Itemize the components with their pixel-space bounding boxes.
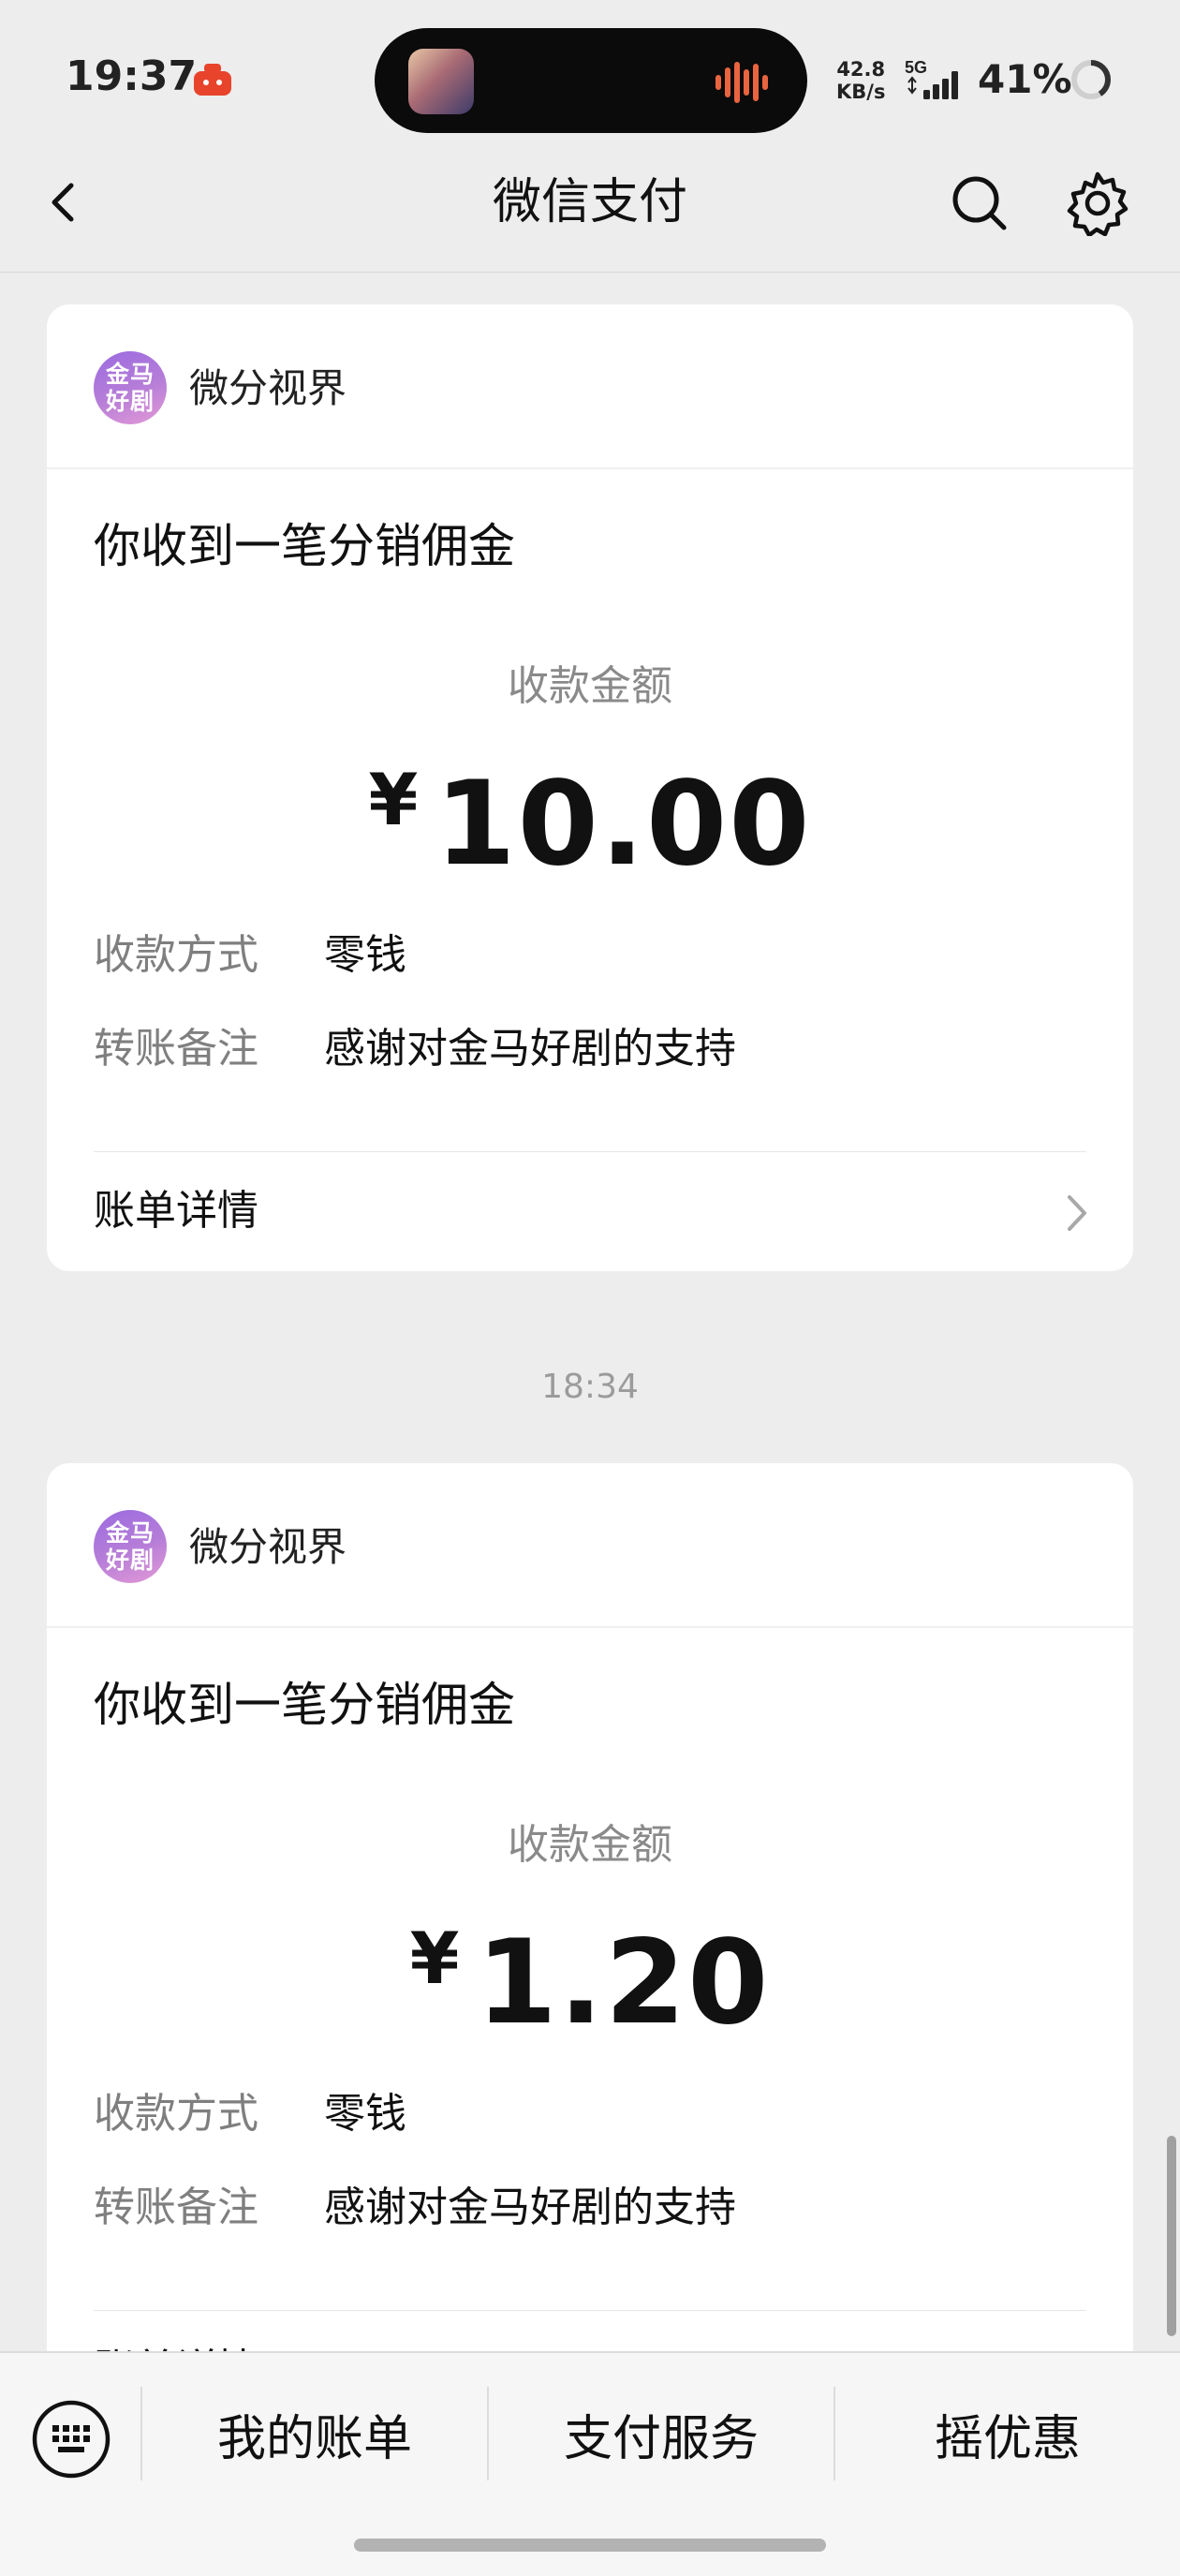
- scrollbar-thumb[interactable]: [1167, 2136, 1176, 2336]
- gear-icon: [1067, 171, 1128, 236]
- card-sender-row[interactable]: 金马 好剧 微分视界: [47, 304, 1133, 469]
- amount-value: ¥10.00: [47, 754, 1133, 895]
- battery-ring-icon: [1071, 60, 1111, 99]
- amount-number: 10.00: [435, 757, 812, 892]
- signal-5g-icon: 5G: [905, 58, 958, 99]
- menu-shake-offers[interactable]: 摇优惠: [835, 2394, 1180, 2484]
- search-icon: [952, 176, 1007, 230]
- settings-button[interactable]: [1062, 169, 1133, 236]
- method-value: 零钱: [324, 2090, 406, 2138]
- status-time: 19:37: [66, 52, 198, 100]
- amount-number: 1.20: [476, 1916, 771, 2050]
- notification-app-icon: [194, 64, 231, 96]
- sender-name: 微分视界: [189, 1524, 347, 1570]
- note-value: 感谢对金马好剧的支持: [324, 2184, 736, 2231]
- sender-name: 微分视界: [189, 365, 347, 411]
- audio-wave-icon: [715, 62, 768, 103]
- card-sender-row[interactable]: 金马 好剧 微分视界: [47, 1463, 1133, 1628]
- menu-payment-services[interactable]: 支付服务: [489, 2394, 833, 2484]
- note-label: 转账备注: [94, 1025, 258, 1073]
- bill-details-label: 账单详情: [94, 1187, 258, 1235]
- payment-notice-card[interactable]: 金马 好剧 微分视界 你收到一笔分销佣金 收款金额 ¥1.20 收款方式 零钱 …: [47, 1463, 1133, 2400]
- sender-avatar: 金马 好剧: [94, 351, 167, 424]
- bill-details-link[interactable]: 账单详情: [47, 1152, 1133, 1271]
- status-bar: 19:37 42.8 KB/s 5G 41%: [0, 0, 1180, 150]
- payment-notice-card[interactable]: 金马 好剧 微分视界 你收到一笔分销佣金 收款金额 ¥10.00 收款方式 零钱…: [47, 304, 1133, 1271]
- menu-my-bills[interactable]: 我的账单: [142, 2394, 487, 2484]
- chevron-right-icon: [1068, 1195, 1086, 1231]
- battery-percent: 41%: [978, 56, 1072, 102]
- currency-symbol: ¥: [368, 758, 419, 841]
- search-button[interactable]: [946, 169, 1013, 236]
- header-divider: [0, 272, 1180, 273]
- keyboard-toggle-button[interactable]: [30, 2398, 112, 2480]
- note-label: 转账备注: [94, 2184, 258, 2231]
- amount-value: ¥1.20: [47, 1913, 1133, 2053]
- amount-label: 收款金额: [508, 662, 672, 710]
- method-label: 收款方式: [94, 2090, 258, 2138]
- notice-title: 你收到一笔分销佣金: [94, 1678, 515, 1732]
- network-speed: 42.8 KB/s: [836, 58, 886, 103]
- media-thumbnail: [408, 49, 474, 114]
- method-value: 零钱: [324, 931, 406, 979]
- message-timestamp: 18:34: [541, 1368, 639, 1406]
- currency-symbol: ¥: [409, 1917, 460, 2000]
- sender-avatar: 金马 好剧: [94, 1510, 167, 1583]
- home-indicator[interactable]: [354, 2539, 826, 2552]
- keyboard-icon: [32, 2400, 111, 2479]
- network-type-label: 5G: [905, 58, 927, 77]
- dynamic-island[interactable]: [375, 28, 807, 133]
- method-label: 收款方式: [94, 931, 258, 979]
- amount-label: 收款金额: [508, 1821, 672, 1869]
- notice-title: 你收到一笔分销佣金: [94, 519, 515, 573]
- note-value: 感谢对金马好剧的支持: [324, 1025, 736, 1073]
